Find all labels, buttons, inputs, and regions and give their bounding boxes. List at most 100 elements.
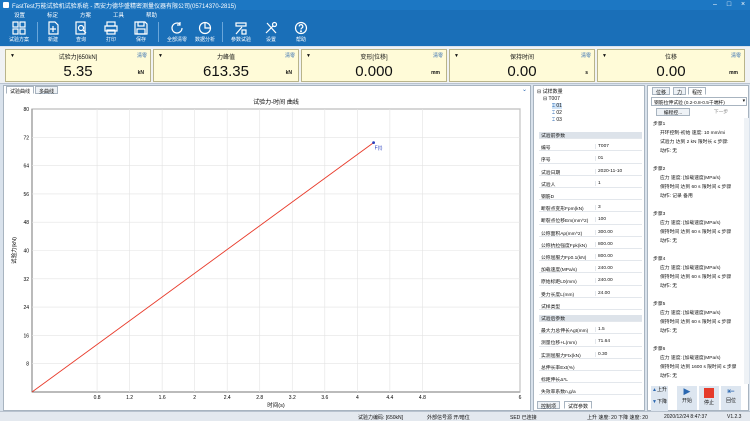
tree-item[interactable]: ⌶ 01: [552, 103, 562, 109]
param-row[interactable]: 试验人 1: [539, 180, 642, 188]
param-key: 试验前参数: [541, 134, 565, 139]
scrollbar[interactable]: [744, 118, 749, 384]
title-bar: FastTest万能试验机试验系统 - 西安力德华盛精密测量仪器有限公司(057…: [0, 0, 750, 10]
menu-calibrate[interactable]: 标定: [47, 11, 58, 19]
param-row[interactable]: 加载速度(MPa/s) 240.00: [539, 266, 642, 274]
param-row[interactable]: 试样类型: [539, 303, 642, 310]
zero-button[interactable]: 清零: [581, 52, 591, 59]
menu-settings[interactable]: 设置: [14, 11, 25, 19]
param-row[interactable]: 实测屈服力Ftx(kN) 0.30: [539, 351, 642, 359]
tab-displacement[interactable]: 位移: [652, 87, 671, 96]
save-label: 保存: [135, 37, 146, 43]
tree-item[interactable]: ⌶ 02: [552, 110, 562, 116]
step-title[interactable]: 步骤3: [653, 210, 739, 217]
tree-group[interactable]: ⊟ T007: [543, 96, 560, 102]
x-tick-label: 1.2: [126, 395, 133, 401]
step-line: 保持时间 达到 60 s 限时间 ≤ 步骤: [660, 185, 732, 190]
tab-force[interactable]: 力: [673, 87, 687, 96]
tab-control[interactable]: 控制项: [537, 401, 561, 410]
param-key: 公称面积Ap(mm^2): [541, 231, 583, 237]
start-button[interactable]: ▶ 开始: [677, 386, 697, 410]
step-title[interactable]: 步骤6: [653, 345, 739, 352]
param-row[interactable]: 原始标距L0(mm) 240.00: [539, 278, 642, 286]
param-row[interactable]: 断裂点变形Fpm(kN) 3: [539, 205, 642, 213]
save-button[interactable]: 保存: [124, 20, 158, 45]
settings-button[interactable]: 设置: [254, 20, 288, 45]
zero-button[interactable]: 清零: [731, 52, 741, 59]
step-title[interactable]: 步骤4: [653, 255, 739, 262]
menu-help[interactable]: 帮助: [146, 11, 157, 19]
tab-multi-curve[interactable]: 多曲线: [35, 86, 59, 95]
param-value: 800.00: [595, 241, 641, 247]
param-test-button[interactable]: 参数试验: [224, 20, 258, 45]
param-row[interactable]: 失效率系数n,g/a: [539, 388, 642, 396]
analysis-button[interactable]: 数据分析: [188, 20, 222, 45]
tree-item[interactable]: ⌶ 03: [552, 117, 562, 123]
param-row[interactable]: 公称屈服力Fp0.1(kN) 800.00: [539, 254, 642, 262]
step-title[interactable]: 步骤1: [653, 120, 739, 127]
print-icon: [104, 21, 118, 35]
param-value: T007: [595, 144, 641, 150]
help-button[interactable]: 帮助: [284, 20, 318, 45]
window-title: FastTest万能试验机试验系统 - 西安力德华盛精密测量仪器有限公司(057…: [12, 4, 237, 10]
scheme-button[interactable]: 试验方案: [2, 20, 36, 45]
param-row[interactable]: 钢筋D: [539, 193, 642, 201]
program-select[interactable]: 钢筋拉伸试验 (0.2-0.8-0.5千端杆) ▾: [651, 97, 747, 106]
param-row[interactable]: 试验后参数: [539, 315, 642, 323]
param-row[interactable]: 受力长度L(mm) 24.00: [539, 290, 642, 298]
zero-button[interactable]: 清零: [285, 52, 295, 59]
param-row[interactable]: 公称抗拉强度Fpk(kN) 800.00: [539, 241, 642, 249]
y-axis-label: 试验力(kN): [10, 237, 18, 264]
param-row[interactable]: 测量位移+L(mm) 71.64: [539, 339, 642, 347]
minimize-icon[interactable]: –: [708, 0, 722, 10]
chevron-down-icon[interactable]: ⌄: [522, 86, 527, 93]
edit-program-button[interactable]: 编程控...: [656, 108, 690, 116]
tab-test-curve[interactable]: 试验曲线: [6, 86, 35, 95]
param-row[interactable]: 编号 T007: [539, 144, 642, 152]
meter-value: 0.00: [656, 63, 686, 80]
param-key: 公称屈服力Fp0.1(kN): [541, 256, 587, 261]
menu-tools[interactable]: 工具: [113, 11, 124, 19]
param-row[interactable]: 总伸长率Ext(%): [539, 364, 642, 371]
tab-program[interactable]: 程控: [688, 87, 707, 96]
param-row[interactable]: 标距伸长Δ*L: [539, 376, 642, 384]
stop-button[interactable]: 停止: [699, 386, 719, 410]
status-sed: SED 已连接: [510, 415, 537, 421]
new-doc-icon: [48, 21, 59, 35]
step-list: 步骤1 开环控制-初始 速度: 10 mm/mi 试验力 达到 2 kN 限时长 ≤…: [648, 118, 744, 384]
status-signal: 外部信号源 开/暗位: [427, 415, 470, 421]
maximize-icon[interactable]: □: [722, 0, 736, 10]
y-tick-label: 32: [23, 277, 29, 283]
close-icon[interactable]: ×: [736, 0, 750, 10]
program-select-value: 钢筋拉伸试验 (0.2-0.8-0.5千端杆): [654, 101, 725, 106]
menu-scheme[interactable]: 方案: [80, 11, 91, 19]
param-row[interactable]: 试验前参数: [539, 132, 642, 140]
param-row[interactable]: 公称面积Ap(mm^2) 300.00: [539, 229, 642, 237]
meter-unit: mm: [431, 70, 440, 76]
tab-specimen-params[interactable]: 试样参数: [564, 401, 593, 410]
print-button[interactable]: 打印: [94, 20, 128, 45]
step-line: 应力 速度: [加载速度(MPa/s): [660, 311, 721, 316]
step-title[interactable]: 步骤2: [653, 165, 739, 172]
param-row[interactable]: 最大力总伸长Agt(mm) 1.5: [539, 327, 642, 335]
param-row[interactable]: 断裂点位移Em(mm^2) 100: [539, 217, 642, 225]
reset-icon: [171, 22, 183, 34]
help-label: 帮助: [295, 37, 306, 43]
query-button[interactable]: 查询: [64, 20, 98, 45]
y-tick-label: 64: [23, 164, 29, 170]
x-tick-label: 2: [193, 395, 196, 401]
zero-button[interactable]: 清零: [433, 52, 443, 59]
return-button[interactable]: ⇤ 回位: [721, 386, 741, 410]
param-row[interactable]: 序号 01: [539, 156, 642, 164]
tree-root-label: 试样数量: [542, 89, 563, 95]
menu-bar: 设置 标定 方案 工具 帮助: [0, 10, 750, 19]
param-row[interactable]: 试验日期 2020-11-10: [539, 168, 642, 176]
query-label: 查询: [75, 37, 86, 43]
step-title[interactable]: 步骤5: [653, 300, 739, 307]
step-line: 开环控制-初始 速度: 10 mm/mi: [660, 131, 726, 136]
next-step-button[interactable]: 下一步: [704, 108, 738, 116]
zero-button[interactable]: 清零: [137, 52, 147, 59]
meter-unit: s: [585, 70, 588, 76]
tree-root[interactable]: ⊟ 试样数量: [537, 88, 563, 95]
meter-unit: kN: [137, 70, 144, 76]
